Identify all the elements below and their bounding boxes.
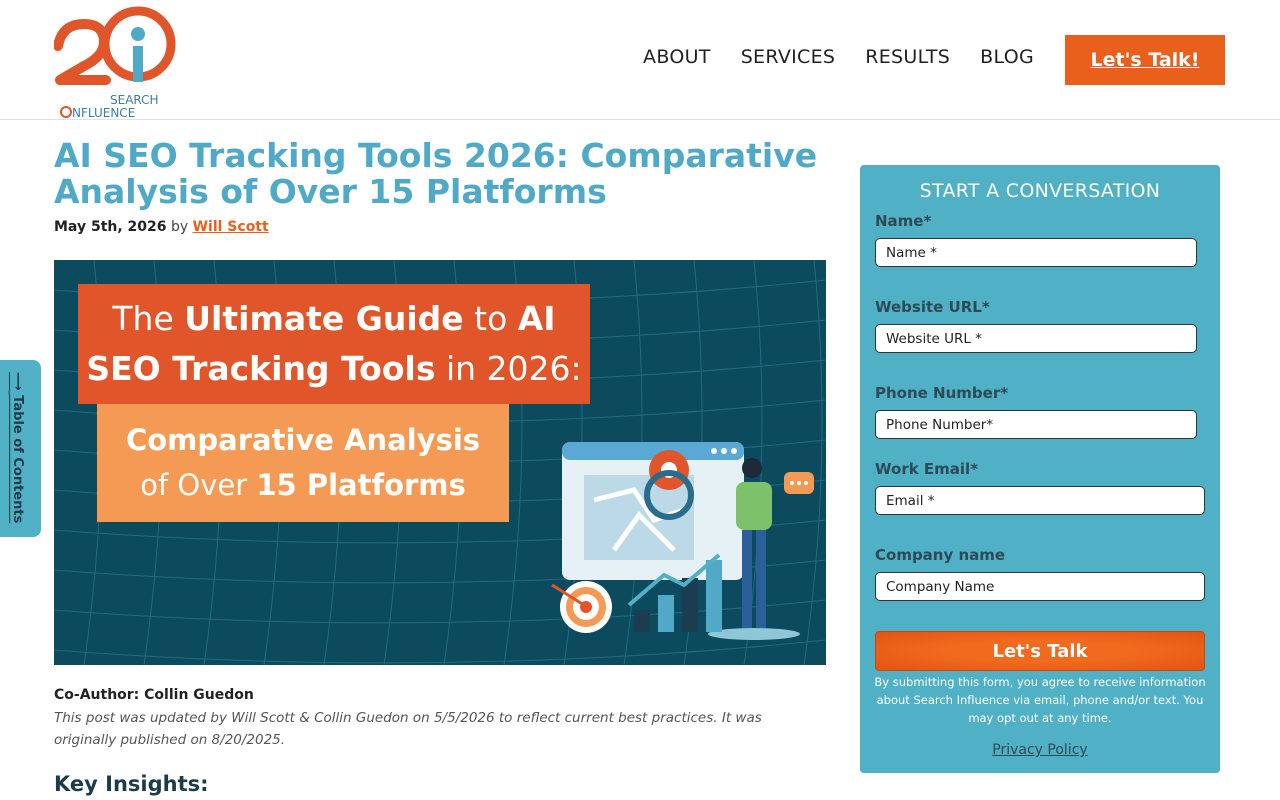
- search-influence-logo-icon: SEARCH NFLUENCE: [53, 6, 176, 120]
- site-logo[interactable]: SEARCH NFLUENCE: [53, 4, 176, 120]
- phone-label: Phone Number*: [875, 384, 1009, 402]
- coauthor-line: Co-Author: Collin Guedon: [54, 687, 254, 703]
- toc-label: ⟶ Table of Contents: [10, 372, 25, 524]
- phone-input[interactable]: Phone Number*: [875, 410, 1197, 439]
- map-illustration-icon: [551, 442, 814, 640]
- hero-banner-subtitle: Comparative Analysis of Over 15 Platform…: [97, 404, 509, 522]
- nav-results[interactable]: RESULTS: [865, 46, 950, 68]
- post-date: May 5th, 2026: [54, 219, 167, 235]
- page-title: AI SEO Tracking Tools 2026: Comparative …: [54, 136, 818, 211]
- nav-blog[interactable]: BLOG: [980, 46, 1034, 68]
- post-by: by: [170, 219, 189, 235]
- hero-banner-title: The Ultimate Guide to AI SEO Tracking To…: [78, 284, 590, 404]
- website-label: Website URL*: [875, 298, 990, 316]
- website-input[interactable]: Website URL *: [875, 324, 1197, 353]
- lets-talk-submit-button[interactable]: Let's Talk: [875, 631, 1205, 671]
- nav-services[interactable]: SERVICES: [741, 46, 836, 68]
- email-input[interactable]: Email *: [875, 486, 1205, 515]
- company-label: Company name: [875, 546, 1006, 564]
- author-link[interactable]: Will Scott: [193, 219, 269, 235]
- contact-form: START A CONVERSATION Name* Name * Websit…: [860, 165, 1220, 773]
- update-note: This post was updated by Will Scott & Co…: [54, 710, 762, 748]
- hero-image: The Ultimate Guide to AI SEO Tracking To…: [54, 260, 826, 665]
- email-label: Work Email*: [875, 460, 979, 478]
- name-label: Name*: [875, 212, 932, 230]
- table-of-contents-tab[interactable]: ⟶ Table of Contents: [0, 360, 41, 537]
- site-header: SEARCH NFLUENCE ABOUT SERVICES RESULTS B…: [0, 0, 1280, 120]
- privacy-policy-link[interactable]: Privacy Policy: [860, 742, 1220, 758]
- main-nav: ABOUT SERVICES RESULTS BLOG: [643, 46, 1034, 68]
- form-disclaimer: By submitting this form, you agree to re…: [874, 675, 1206, 725]
- nav-about[interactable]: ABOUT: [643, 46, 711, 68]
- svg-text:SEARCH: SEARCH: [110, 93, 159, 107]
- svg-text:NFLUENCE: NFLUENCE: [72, 106, 135, 118]
- arrow-right-icon: ⟶: [10, 372, 25, 391]
- company-input[interactable]: Company Name: [875, 572, 1205, 601]
- post-meta: May 5th, 2026 by Will Scott: [54, 219, 269, 235]
- form-title: START A CONVERSATION: [919, 180, 1161, 202]
- section-heading-key-insights: Key Insights:: [54, 772, 209, 796]
- name-input[interactable]: Name *: [875, 238, 1197, 267]
- lets-talk-header-button[interactable]: Let's Talk!: [1065, 35, 1225, 85]
